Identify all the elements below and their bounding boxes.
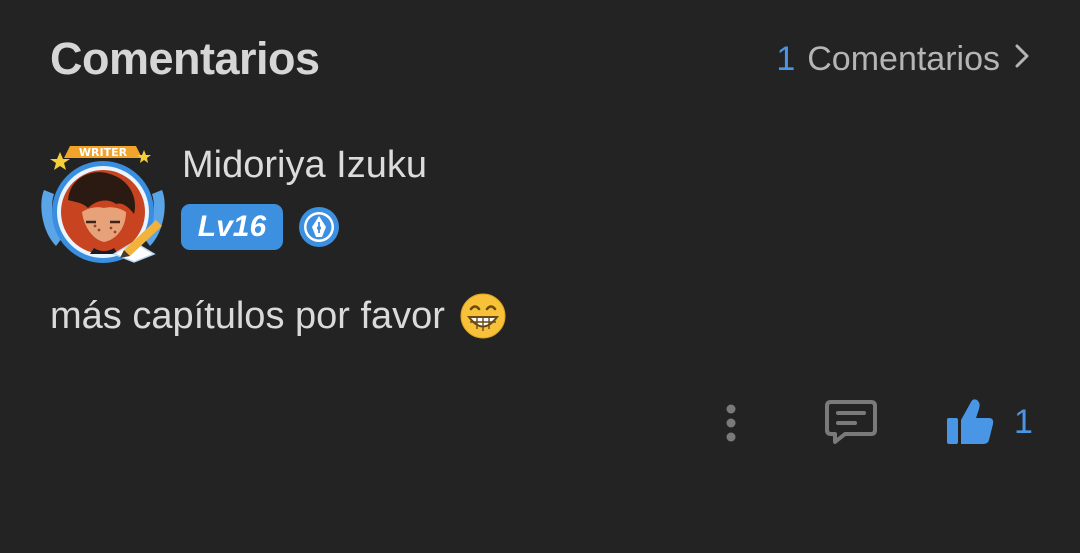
comment-reply-icon (825, 400, 877, 444)
user-avatar[interactable]: WRITER (38, 142, 168, 266)
comment-text: más capítulos por favor (50, 294, 445, 337)
more-options-button[interactable] (716, 399, 746, 447)
comments-section: Comentarios 1 Comentarios WRITER Midoriy… (0, 0, 1080, 553)
chevron-right-icon (1014, 40, 1030, 79)
section-title: Comentarios (50, 33, 320, 84)
more-vertical-icon (726, 404, 736, 442)
pen-nib-badge-icon (297, 205, 341, 249)
level-badge: Lv16 (181, 204, 283, 250)
grinning-face-icon (460, 293, 506, 339)
comments-count-link[interactable]: 1 Comentarios (776, 40, 1030, 79)
comments-count: 1 (776, 40, 796, 78)
reply-button[interactable] (823, 396, 879, 448)
thumbs-up-icon (947, 399, 994, 444)
comment-body: más capítulos por favor (50, 292, 507, 340)
comments-count-label: Comentarios (807, 40, 1000, 78)
like-button[interactable]: 1 (944, 396, 1033, 448)
svg-text:WRITER: WRITER (79, 146, 128, 159)
user-name[interactable]: Midoriya Izuku (182, 144, 427, 187)
like-count: 1 (1014, 402, 1033, 441)
